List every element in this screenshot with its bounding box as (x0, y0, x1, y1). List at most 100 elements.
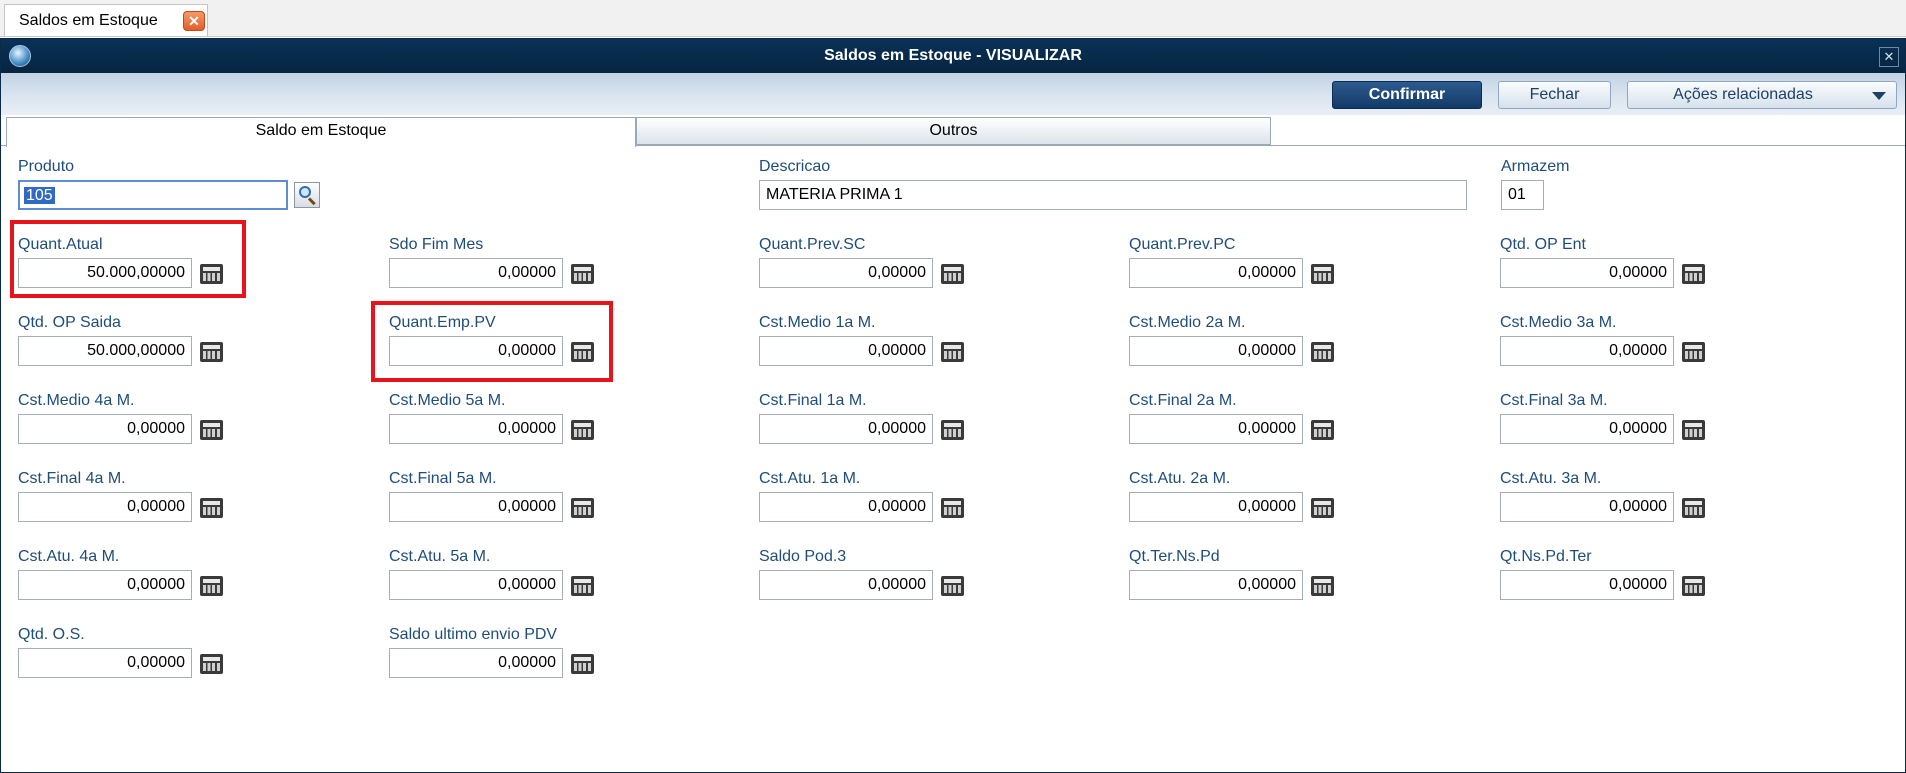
window-close-icon[interactable]: ✕ (1879, 47, 1899, 67)
field-label: Cst.Medio 5a M. (389, 392, 506, 409)
calculator-icon[interactable] (1311, 576, 1334, 596)
numeric-input[interactable]: 0,00000 (389, 492, 563, 522)
numeric-input[interactable]: 0,00000 (18, 570, 192, 600)
numeric-input[interactable]: 50.000,00000 (18, 336, 192, 366)
close-button[interactable]: Fechar (1498, 81, 1611, 109)
calculator-icon[interactable] (571, 420, 594, 440)
field-label: Cst.Final 5a M. (389, 470, 497, 487)
field-label: Cst.Final 2a M. (1129, 392, 1237, 409)
numeric-input[interactable]: 0,00000 (389, 414, 563, 444)
numeric-input[interactable]: 0,00000 (1500, 492, 1674, 522)
numeric-input[interactable]: 0,00000 (18, 414, 192, 444)
field-label: Cst.Atu. 4a M. (18, 548, 120, 565)
tab-outros[interactable]: Outros (636, 117, 1271, 145)
numeric-input[interactable]: 0,00000 (759, 336, 933, 366)
calculator-icon[interactable] (941, 342, 964, 362)
numeric-input[interactable]: 0,00000 (759, 570, 933, 600)
calculator-icon[interactable] (200, 654, 223, 674)
calculator-icon[interactable] (1311, 342, 1334, 362)
calculator-icon[interactable] (200, 420, 223, 440)
numeric-input[interactable]: 0,00000 (1129, 492, 1303, 522)
related-actions-dropdown[interactable]: Ações relacionadas (1627, 81, 1897, 109)
calculator-icon[interactable] (571, 654, 594, 674)
numeric-input[interactable]: 0,00000 (759, 258, 933, 288)
calculator-icon[interactable] (200, 498, 223, 518)
calculator-icon[interactable] (1311, 264, 1334, 284)
document-tab-saldos[interactable]: Saldos em Estoque ✕ (4, 4, 208, 36)
calculator-icon[interactable] (571, 498, 594, 518)
calculator-icon[interactable] (941, 264, 964, 284)
field-label: Saldo ultimo envio PDV (389, 626, 558, 643)
action-toolbar: Confirmar Fechar Ações relacionadas (1, 73, 1905, 115)
calculator-icon[interactable] (200, 576, 223, 596)
search-icon[interactable] (294, 182, 320, 208)
related-actions-label: Ações relacionadas (1673, 86, 1813, 103)
numeric-input[interactable]: 0,00000 (1129, 258, 1303, 288)
numeric-input[interactable]: 0,00000 (18, 648, 192, 678)
field-label: Qtd. OP Ent (1500, 236, 1586, 253)
chevron-down-icon (1872, 92, 1886, 100)
descricao-input[interactable]: MATERIA PRIMA 1 (759, 180, 1467, 210)
field-label: Qtd. OP Saida (18, 314, 121, 331)
highlight-quant-emp-pv (371, 301, 613, 382)
calculator-icon[interactable] (1682, 498, 1705, 518)
document-tab-label: Saldos em Estoque (19, 12, 158, 29)
folder-tabs: Saldo em Estoque Outros (1, 115, 1905, 147)
calculator-icon[interactable] (1311, 498, 1334, 518)
field-label: Quant.Prev.SC (759, 236, 866, 253)
field-label: Cst.Medio 3a M. (1500, 314, 1617, 331)
close-tab-icon[interactable]: ✕ (183, 11, 205, 31)
numeric-input[interactable]: 0,00000 (389, 570, 563, 600)
numeric-input[interactable]: 0,00000 (1500, 258, 1674, 288)
window-titlebar: Saldos em Estoque - VISUALIZAR ✕ (1, 39, 1905, 73)
field-label: Cst.Atu. 3a M. (1500, 470, 1602, 487)
field-label: Saldo Pod.3 (759, 548, 847, 565)
field-label: Cst.Medio 4a M. (18, 392, 135, 409)
armazem-label: Armazem (1501, 158, 1570, 175)
calculator-icon[interactable] (1682, 264, 1705, 284)
armazem-input[interactable]: 01 (1501, 180, 1544, 210)
window-title: Saldos em Estoque - VISUALIZAR (824, 47, 1082, 64)
tab-saldo-em-estoque[interactable]: Saldo em Estoque (6, 117, 636, 147)
numeric-input[interactable]: 0,00000 (389, 258, 563, 288)
field-label: Cst.Medio 2a M. (1129, 314, 1246, 331)
field-label: Qt.Ter.Ns.Pd (1129, 548, 1220, 565)
calculator-icon[interactable] (200, 342, 223, 362)
calculator-icon[interactable] (571, 576, 594, 596)
confirm-button[interactable]: Confirmar (1332, 81, 1482, 109)
produto-input[interactable]: 105 (18, 180, 288, 210)
numeric-input[interactable]: 0,00000 (1500, 336, 1674, 366)
numeric-input[interactable]: 0,00000 (18, 492, 192, 522)
calculator-icon[interactable] (941, 420, 964, 440)
field-label: Cst.Atu. 2a M. (1129, 470, 1231, 487)
calculator-icon[interactable] (1311, 420, 1334, 440)
numeric-input[interactable]: 0,00000 (1500, 570, 1674, 600)
field-label: Cst.Final 1a M. (759, 392, 867, 409)
dialog-window: Saldos em Estoque - VISUALIZAR ✕ Confirm… (0, 38, 1906, 773)
numeric-input[interactable]: 0,00000 (389, 648, 563, 678)
field-label: Cst.Final 4a M. (18, 470, 126, 487)
numeric-input[interactable]: 0,00000 (1129, 336, 1303, 366)
produto-value: 105 (24, 187, 55, 204)
field-label: Qt.Ns.Pd.Ter (1500, 548, 1592, 565)
numeric-input[interactable]: 0,00000 (1129, 414, 1303, 444)
descricao-label: Descricao (759, 158, 831, 175)
numeric-input[interactable]: 0,00000 (1129, 570, 1303, 600)
document-tab-strip: Saldos em Estoque ✕ (0, 0, 1906, 37)
produto-label: Produto (18, 158, 75, 175)
field-label: Quant.Prev.PC (1129, 236, 1236, 253)
numeric-input[interactable]: 0,00000 (1500, 414, 1674, 444)
calculator-icon[interactable] (1682, 576, 1705, 596)
calculator-icon[interactable] (1682, 420, 1705, 440)
calculator-icon[interactable] (571, 264, 594, 284)
field-label: Sdo Fim Mes (389, 236, 484, 253)
field-label: Qtd. O.S. (18, 626, 85, 643)
highlight-quant-atual (10, 220, 246, 298)
calculator-icon[interactable] (941, 576, 964, 596)
field-label: Cst.Atu. 5a M. (389, 548, 491, 565)
numeric-input[interactable]: 0,00000 (759, 414, 933, 444)
calculator-icon[interactable] (1682, 342, 1705, 362)
calculator-icon[interactable] (941, 498, 964, 518)
field-label: Cst.Atu. 1a M. (759, 470, 861, 487)
numeric-input[interactable]: 0,00000 (759, 492, 933, 522)
